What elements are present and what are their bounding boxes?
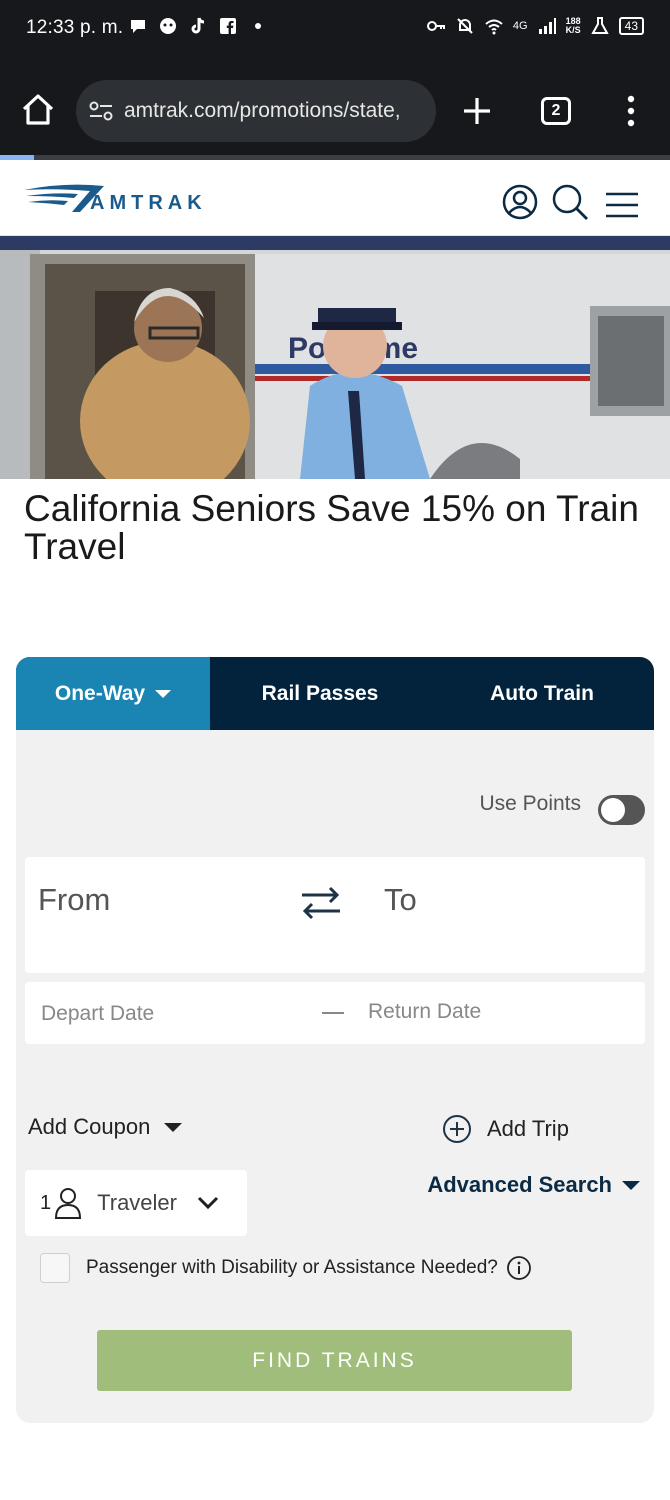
tab-switcher-button[interactable]: 2 — [541, 97, 571, 125]
amtrak-logo[interactable]: AMTRAK — [24, 182, 264, 216]
return-date-field[interactable]: Return Date — [368, 1000, 481, 1024]
chat-icon — [131, 20, 145, 33]
network-type: 4G — [512, 20, 528, 32]
url-text: amtrak.com/promotions/state, — [124, 99, 401, 122]
hamburger-menu-icon[interactable] — [602, 186, 642, 226]
search-icon[interactable] — [550, 182, 590, 222]
use-points-label: Use Points — [479, 792, 581, 815]
chevron-down-icon — [197, 1196, 219, 1210]
from-station-field[interactable]: From — [38, 882, 110, 918]
add-trip-button[interactable]: Add Trip — [442, 1114, 569, 1144]
mute-bell-icon — [457, 18, 473, 34]
tab-auto-train[interactable]: Auto Train — [430, 657, 654, 730]
add-coupon-toggle[interactable]: Add Coupon — [28, 1114, 183, 1140]
amtrak-wordmark: AMTRAK — [90, 192, 207, 214]
tiktok-icon — [191, 17, 205, 34]
hero-image: Po Dume — [0, 236, 670, 479]
plus-circle-icon — [443, 1115, 471, 1143]
account-icon[interactable] — [500, 182, 540, 222]
facebook-icon — [220, 18, 236, 34]
trip-type-tabs: One-Way Rail Passes Auto Train — [16, 657, 654, 730]
route-input-group: From To — [25, 857, 645, 973]
to-station-field[interactable]: To — [384, 882, 417, 918]
system-icons: 4G 188 K/S 43 — [426, 16, 644, 36]
traveler-label: Traveler — [97, 1190, 177, 1215]
person-icon — [55, 1188, 82, 1219]
add-coupon-label: Add Coupon — [28, 1114, 151, 1139]
hero-photo: Po Dume — [0, 236, 670, 479]
signal-icon — [538, 18, 556, 34]
advanced-search-toggle[interactable]: Advanced Search — [427, 1172, 640, 1198]
tab-one-way-label: One-Way — [54, 681, 146, 705]
advanced-search-label: Advanced Search — [427, 1172, 612, 1197]
traveler-selector[interactable]: 1 Traveler — [25, 1170, 247, 1236]
chevron-down-icon — [622, 1180, 640, 1190]
chevron-down-icon — [155, 689, 172, 698]
dog-icon — [160, 18, 176, 34]
page-title: California Seniors Save 15% on Train Tra… — [24, 488, 639, 567]
site-settings-icon[interactable] — [88, 98, 114, 124]
use-points-toggle[interactable] — [598, 795, 645, 825]
date-input-group: Depart Date Return Date — [25, 982, 645, 1044]
browser-toolbar: amtrak.com/promotions/state, 2 — [0, 60, 670, 160]
tab-rail-passes[interactable]: Rail Passes — [210, 657, 430, 730]
site-header: AMTRAK — [0, 160, 670, 236]
flask-icon — [590, 17, 609, 34]
tab-one-way[interactable]: One-Way — [16, 657, 210, 730]
toggle-knob — [601, 798, 625, 822]
status-time: 12:33 p. m. — [26, 17, 124, 38]
dot-icon — [255, 23, 261, 29]
add-trip-label: Add Trip — [487, 1116, 569, 1141]
data-speed-unit: K/S — [565, 25, 581, 35]
chevron-down-icon — [164, 1122, 183, 1132]
amtrak-logo-mark: AMTRAK — [24, 184, 207, 214]
data-speed: 188 K/S — [566, 17, 581, 35]
disability-label: Passenger with Disability or Assistance … — [86, 1257, 498, 1278]
find-trains-button[interactable]: FIND TRAINS — [97, 1330, 572, 1391]
swap-stations-icon[interactable] — [299, 883, 343, 923]
home-icon[interactable] — [20, 92, 56, 128]
date-separator — [322, 1012, 344, 1014]
key-icon — [426, 21, 445, 31]
info-icon[interactable] — [506, 1255, 532, 1281]
disability-assistance-row: Passenger with Disability or Assistance … — [40, 1253, 532, 1283]
address-bar[interactable]: amtrak.com/promotions/state, — [76, 80, 436, 142]
disability-checkbox[interactable] — [40, 1253, 70, 1283]
more-menu-icon[interactable] — [620, 94, 642, 128]
depart-date-field[interactable]: Depart Date — [41, 1002, 154, 1026]
status-bar: 12:33 p. m. 4G 188 K/S 43 — [0, 0, 670, 60]
new-tab-icon[interactable] — [458, 92, 496, 130]
wifi-icon — [485, 19, 503, 35]
notification-icons — [128, 16, 268, 36]
battery-indicator: 43 — [618, 17, 644, 35]
booking-widget: One-Way Rail Passes Auto Train Use Point… — [16, 657, 654, 1423]
traveler-count: 1 — [40, 1191, 52, 1214]
